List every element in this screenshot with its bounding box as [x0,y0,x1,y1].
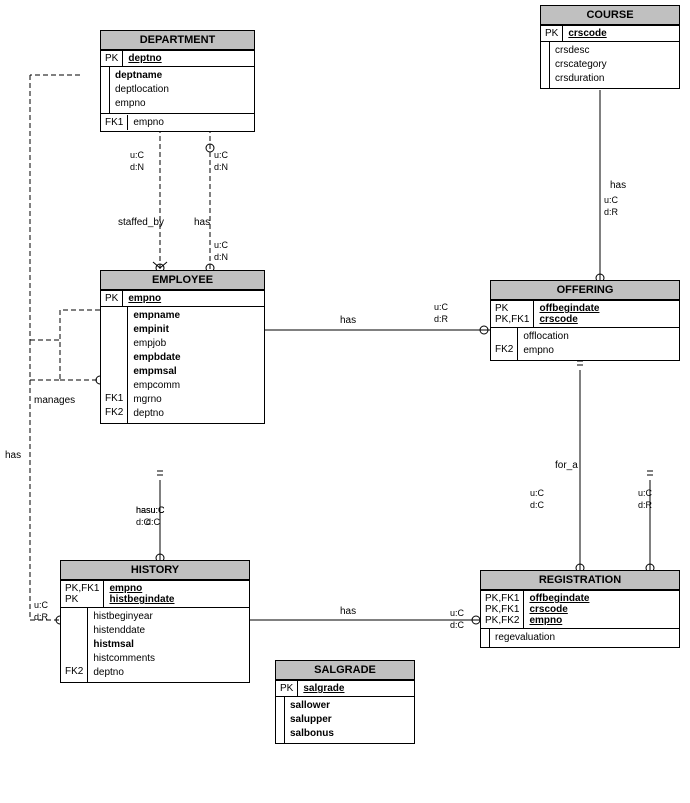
employee-attrs: empname empinit empjob empbdate empmsal … [128,307,185,423]
label-dr-left: d:R [34,612,48,622]
label-uc-emp-offering: u:C [434,302,448,312]
registration-title: REGISTRATION [481,571,679,590]
label-dr-course: d:R [604,207,618,217]
salgrade-entity: SALGRADE PK salgrade sallower salupper s… [275,660,415,744]
history-attrs: histbeginyear histenddate histmsal histc… [88,608,160,682]
employee-fk-labels: FK1 FK2 [101,307,128,423]
salgrade-pk-label: PK [276,681,298,696]
history-entity: HISTORY PK,FK1 PK empno histbegindate FK… [60,560,250,683]
course-fk-empty [541,42,550,88]
offering-attrs: offlocation empno [518,328,573,360]
history-title: HISTORY [61,561,249,580]
label-uc-offering-reg: u:C [530,488,544,498]
registration-pk-attrs: offbegindate crscode empno [524,591,594,628]
label-dr-reg-right: d:R [638,500,652,510]
department-title: DEPARTMENT [101,31,254,50]
label-dc-hist2: d:C [146,517,160,527]
department-fk-label [101,67,110,113]
label-uc-dept-has: u:C [214,150,228,160]
registration-entity: REGISTRATION PK,FK1 PK,FK1 PK,FK2 offbeg… [480,570,680,648]
history-fk2-label: FK2 [61,608,88,682]
label-uc-dept-staffed: u:C [130,150,144,160]
label-dr-emp-offering: d:R [434,314,448,324]
registration-pk-labels: PK,FK1 PK,FK1 PK,FK2 [481,591,524,628]
label-has-emp-offering: has [340,315,356,326]
offering-fk2-label: FK2 [491,328,518,360]
label-dc-offering-reg: d:C [530,500,544,510]
course-attrs: crsdesc crscategory crsduration [550,42,612,88]
label-dc-reg2: d:C [450,620,464,630]
label-dc-reg: u:C [450,608,464,618]
offering-pk-labels: PK PK,FK1 [491,301,534,327]
department-entity: DEPARTMENT PK deptno deptname deptlocati… [100,30,255,132]
employee-title: EMPLOYEE [101,271,264,290]
history-pk-attrs: empno histbegindate [104,581,179,607]
employee-pk-label: PK [101,291,123,306]
offering-entity: OFFERING PK PK,FK1 offbegindate crscode … [490,280,680,361]
salgrade-pk-attr: salgrade [298,681,349,696]
label-dc-hist: hasu:C [136,505,165,515]
label-uc-left: u:C [34,600,48,610]
label-has-emp-history: has [340,606,356,617]
label-uc-course: u:C [604,195,618,205]
label-uc-reg-right: u:C [638,488,652,498]
department-pk-label: PK [101,51,123,66]
course-entity: COURSE PK crscode crsdesc crscategory cr… [540,5,680,89]
salgrade-fk-empty [276,697,285,743]
label-dn-dept-staffed: d:N [130,162,144,172]
offering-pk-attrs: offbegindate crscode [534,301,604,327]
label-has-course-offering: has [610,180,626,191]
history-pk-labels: PK,FK1 PK [61,581,104,607]
offering-title: OFFERING [491,281,679,300]
employee-entity: EMPLOYEE PK empno FK1 FK2 empname empini… [100,270,265,424]
er-diagram: DEPARTMENT PK deptno deptname deptlocati… [0,0,690,803]
label-dn-dept-has: d:N [214,162,228,172]
salgrade-title: SALGRADE [276,661,414,680]
department-fk1-attr: empno [128,115,169,130]
salgrade-attrs: sallower salupper salbonus [285,697,339,743]
label-uc-dept-has2: u:C [214,240,228,250]
registration-attrs: regevaluation [490,629,560,647]
course-pk-label: PK [541,26,563,41]
course-pk-attr: crscode [563,26,611,41]
course-title: COURSE [541,6,679,25]
label-has-dept-emp: has [194,217,210,228]
label-dn-dept-has2: d:N [214,252,228,262]
department-pk-attr: deptno [123,51,166,66]
label-for-a: for_a [555,460,578,471]
label-has-left: has [5,450,21,461]
department-fk1-label: FK1 [101,115,128,130]
label-manages: manages [34,395,75,406]
employee-pk-attr: empno [123,291,166,306]
label-staffed-by: staffed_by [118,217,164,228]
registration-fk-empty [481,629,490,647]
department-attrs: deptname deptlocation empno [110,67,174,113]
